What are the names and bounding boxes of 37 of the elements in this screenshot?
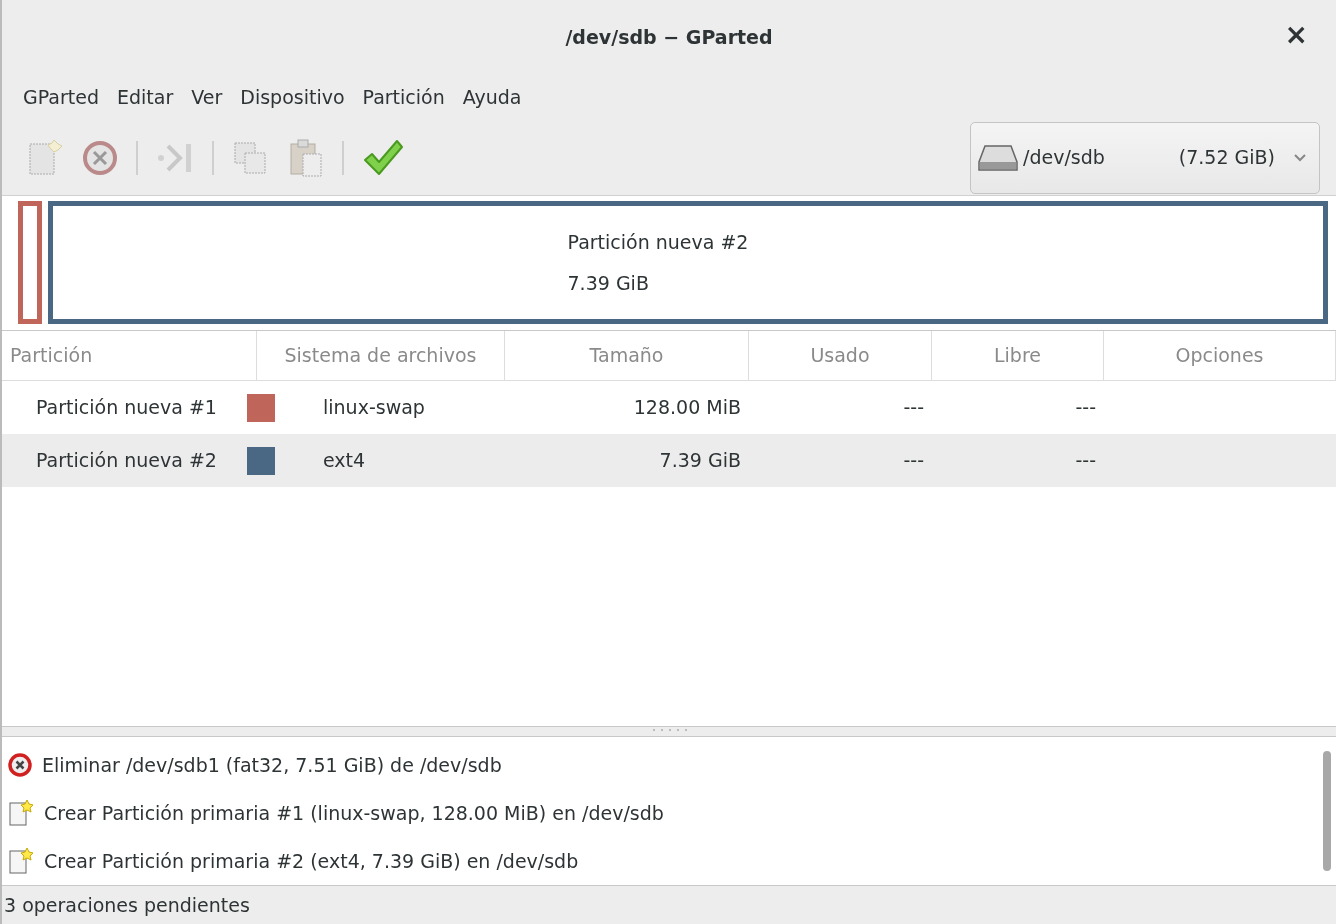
table-cell: 128.00 MiB <box>633 396 741 419</box>
copy-icon <box>232 139 268 176</box>
table-cell: --- <box>1075 396 1096 419</box>
operation-text: Crear Partición primaria #1 (linux-swap, 128.00 MiB) en /dev/sdb <box>44 800 664 826</box>
table-cell: --- <box>903 449 924 472</box>
menu-item[interactable]: Dispositivo <box>231 83 354 112</box>
partition-block[interactable] <box>18 201 42 324</box>
scrollbar-thumb[interactable] <box>1323 751 1331 871</box>
status-text: 3 operaciones pendientes <box>4 892 250 918</box>
menu-item[interactable]: Ayuda <box>453 83 531 112</box>
new-document-icon <box>28 137 62 178</box>
menu-item[interactable]: Partición <box>353 83 454 112</box>
window-title: /dev/sdb − GParted <box>565 25 773 51</box>
table-cell-text: Partición nueva #1 <box>36 395 217 421</box>
checkmark-icon <box>362 137 404 178</box>
operation-text: Eliminar /dev/sdb1 (fat32, 7.51 GiB) de /dev/sdb <box>42 752 502 778</box>
delete-circle-icon <box>82 139 118 176</box>
menu-item[interactable]: GParted <box>14 83 108 112</box>
menu-item[interactable]: Ver <box>182 83 232 112</box>
partition-size: 7.39 GiB <box>567 270 650 296</box>
device-selector[interactable]: /dev/sdb (7.52 GiB) <box>970 121 1320 194</box>
operation-text: Crear Partición primaria #2 (ext4, 7.39 GiB) en /dev/sdb <box>44 848 579 874</box>
delete-circle-icon <box>8 753 32 777</box>
partition-label: Partición nueva #2 <box>567 230 749 255</box>
table-cell: --- <box>1075 449 1096 472</box>
table-cell: linux-swap <box>323 396 425 419</box>
new-document-icon <box>8 847 34 875</box>
caret-icon <box>1293 152 1307 163</box>
table-cell-text: Partición nueva #2 <box>36 448 217 474</box>
clipboard-icon <box>288 137 324 178</box>
partition-block[interactable]: Partición nueva #2 7.39 GiB <box>48 201 1328 324</box>
table-cell: ext4 <box>323 449 366 472</box>
table-cell: --- <box>903 396 924 419</box>
new-document-icon <box>8 799 34 827</box>
table-cell: 7.39 GiB <box>659 449 741 472</box>
close-button[interactable]: × <box>1278 18 1314 52</box>
menu-item[interactable]: Editar <box>108 83 183 112</box>
